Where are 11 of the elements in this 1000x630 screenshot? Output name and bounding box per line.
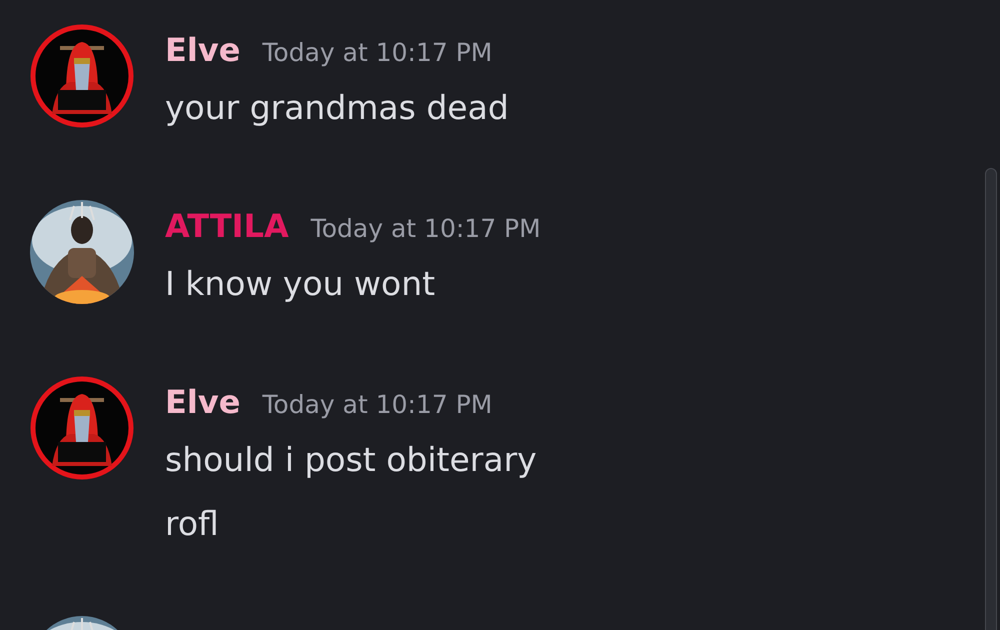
author-name[interactable]: Elve [165,24,240,76]
author-name[interactable]: ATTILA [165,200,289,252]
message-text: your grandmas dead [165,87,510,129]
author-name[interactable]: Elve [165,376,240,428]
timestamp: Today at 10:17 PM [262,389,492,421]
message-text: rofl [165,503,220,545]
message-text: should i post obiterary [165,439,538,481]
scrollbar[interactable] [985,168,997,630]
timestamp: Today at 10:17 PM [310,213,541,245]
message-text: I know you wont [165,263,436,305]
timestamp: Today at 10:17 PM [262,37,492,69]
